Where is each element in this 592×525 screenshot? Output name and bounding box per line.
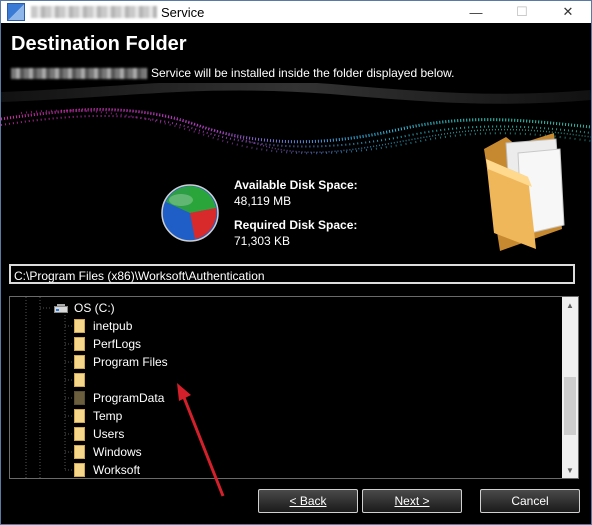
folder-icon <box>74 463 85 477</box>
next-button-label: Next > <box>394 494 430 508</box>
required-space-value: 71,303 KB <box>234 234 291 248</box>
folder-label: Temp <box>93 409 123 423</box>
folder-label: Windows <box>93 445 142 459</box>
title-bar: Service — ☐ ✕ <box>1 1 591 23</box>
folder-icon <box>74 373 85 387</box>
cancel-button[interactable]: Cancel <box>480 489 580 513</box>
drive-label: OS (C:) <box>74 301 115 315</box>
folder-illustration-icon <box>484 133 565 251</box>
folder-label: inetpub <box>93 319 133 333</box>
header: Destination Folder Service will be insta… <box>1 23 591 83</box>
hidden-folder-icon <box>74 391 85 405</box>
scroll-down-button[interactable]: ▼ <box>562 462 578 478</box>
tree-item-folder[interactable]: inetpub <box>74 317 132 335</box>
folder-label: Program Files <box>93 355 168 369</box>
drive-icon <box>54 303 68 313</box>
required-space: Required Disk Space: 71,303 KB <box>234 218 357 248</box>
tree-item-drive[interactable]: OS (C:) <box>54 299 115 317</box>
description-text: Service will be installed inside the fol… <box>151 66 455 80</box>
minimize-button[interactable]: — <box>453 1 499 23</box>
page-title: Destination Folder <box>11 33 187 55</box>
close-button[interactable]: ✕ <box>545 1 591 23</box>
folder-label: Users <box>93 427 125 441</box>
tree-item-folder[interactable]: Windows <box>74 443 142 461</box>
folder-icon <box>74 355 85 369</box>
tree-item-folder[interactable]: Temp <box>74 407 122 425</box>
required-space-label: Required Disk Space: <box>234 218 358 232</box>
folder-icon <box>74 337 85 351</box>
installer-window: Service — ☐ ✕ Destination Folder Service… <box>0 0 592 525</box>
tree-item-folder[interactable]: Worksoft <box>74 461 141 478</box>
scroll-thumb[interactable] <box>564 377 576 435</box>
next-button[interactable]: Next > <box>362 489 462 513</box>
tree-item-folder[interactable]: Program Files <box>74 353 168 371</box>
annotation-arrow <box>177 383 225 497</box>
tree-item-folder[interactable]: ProgramData <box>74 389 164 407</box>
maximize-button[interactable]: ☐ <box>499 1 545 23</box>
redacted-product-name <box>11 67 147 79</box>
available-space-value: 48,119 MB <box>234 194 292 208</box>
folder-icon <box>74 445 85 459</box>
window-title: Service <box>161 4 205 20</box>
folder-label: PerfLogs <box>93 337 142 351</box>
available-space-label: Available Disk Space: <box>234 178 358 192</box>
tree-item-folder[interactable]: Users <box>74 425 124 443</box>
folder-tree[interactable]: OS (C:) inetpub PerfLogs Program Files P… <box>9 296 579 479</box>
folder-icon <box>74 319 85 333</box>
back-button[interactable]: < Back <box>258 489 358 513</box>
folder-label: Worksoft <box>93 463 141 477</box>
folder-icon <box>74 427 85 441</box>
tree-scrollbar[interactable]: ▲ ▼ <box>562 297 578 478</box>
disk-pie-icon <box>161 184 219 242</box>
destination-path-input[interactable]: C:\Program Files (x86)\Worksoft\Authenti… <box>9 264 575 284</box>
cancel-button-label: Cancel <box>511 494 549 508</box>
window-controls: — ☐ ✕ <box>453 1 591 23</box>
available-space: Available Disk Space: 48,119 MB <box>234 178 358 208</box>
app-icon <box>7 3 25 21</box>
tree-item-folder-unnamed[interactable] <box>74 371 93 389</box>
folder-label: ProgramData <box>93 391 165 405</box>
page-description: Service will be installed inside the fol… <box>11 66 455 80</box>
scroll-up-button[interactable]: ▲ <box>562 297 578 313</box>
back-button-label: < Back <box>289 494 327 508</box>
redacted-product-name <box>31 6 157 18</box>
folder-icon <box>74 409 85 423</box>
tree-item-folder[interactable]: PerfLogs <box>74 335 141 353</box>
